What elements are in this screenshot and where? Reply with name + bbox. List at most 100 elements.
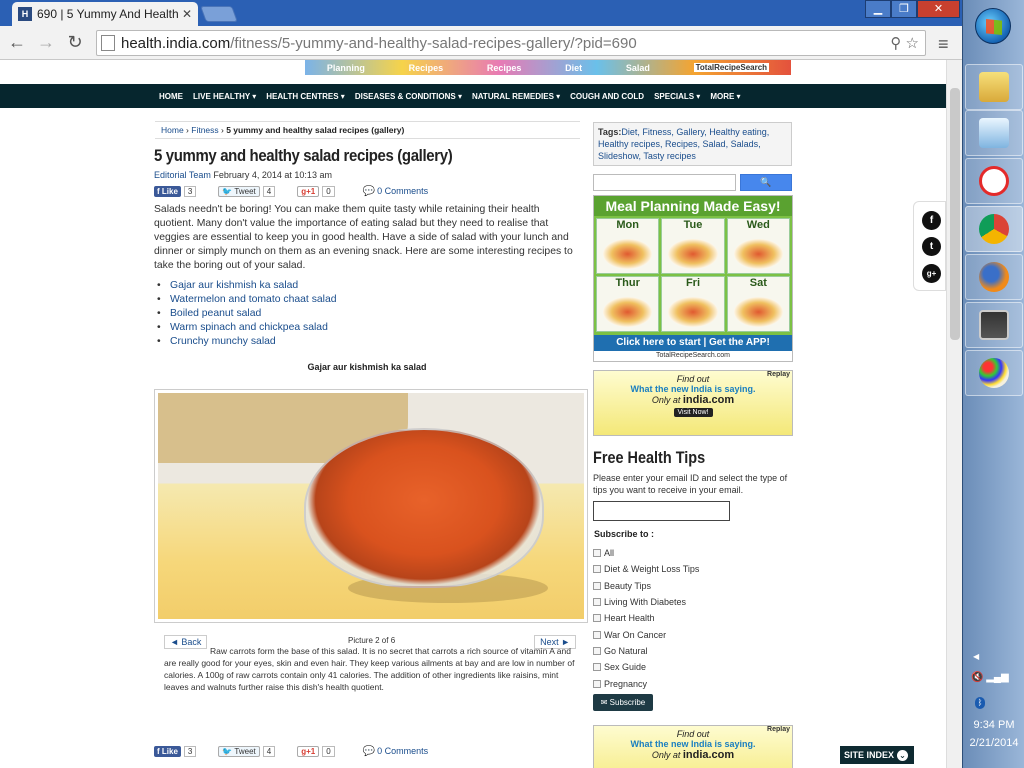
tags-list[interactable]: Diet, Fitness, Gallery, Healthy eating, … — [598, 127, 769, 161]
tip-option[interactable]: Go Natural — [593, 643, 793, 659]
nav-home[interactable]: HOME — [159, 92, 183, 101]
recipe-link[interactable]: Boiled peanut salad — [154, 307, 574, 321]
ad-replay[interactable]: Replay — [767, 726, 790, 733]
notepad-taskbar-button[interactable] — [965, 110, 1023, 156]
nav-live-healthy[interactable]: LIVE HEALTHY ▾ — [193, 92, 256, 101]
minimize-button[interactable]: ▁ — [865, 0, 891, 18]
remote-taskbar-button[interactable] — [965, 302, 1023, 348]
folder-icon — [979, 72, 1009, 102]
checkbox[interactable] — [593, 679, 601, 688]
firefox-taskbar-button[interactable] — [965, 254, 1023, 300]
meal-ad-headline: Meal Planning Made Easy! — [594, 196, 792, 216]
menu-icon[interactable]: ≡ — [938, 34, 949, 55]
nav-more[interactable]: MORE ▾ — [710, 92, 740, 101]
forward-arrow-icon[interactable]: → — [35, 33, 57, 51]
checkbox[interactable] — [593, 581, 601, 590]
top-banner-ad[interactable]: Planning Recipes Recipes Diet Salad Tota… — [305, 60, 791, 75]
meal-day-cell: Tue — [661, 218, 725, 274]
tweet-button[interactable]: 🐦 Tweet — [218, 185, 260, 197]
comments-link[interactable]: 💬 0 Comments — [363, 186, 428, 197]
start-button[interactable] — [975, 8, 1011, 44]
new-tab-button[interactable] — [200, 6, 238, 22]
subscribe-button[interactable]: ✉ Subscribe — [593, 694, 653, 711]
nav-specials[interactable]: SPECIALS ▾ — [654, 92, 700, 101]
nav-cough-and-cold[interactable]: COUGH AND COLD — [570, 92, 644, 101]
google-plus-button[interactable]: g+1 — [297, 745, 320, 757]
ad-line3: Only at india.com — [594, 749, 792, 761]
breadcrumb-home[interactable]: Home — [161, 125, 184, 135]
email-field[interactable] — [593, 501, 730, 521]
article-title: 5 yummy and healthy salad recipes (galle… — [154, 146, 453, 165]
sidebar-search-input[interactable] — [593, 174, 736, 191]
vertical-scrollbar[interactable] — [946, 60, 962, 768]
address-bar[interactable]: health.india.com/fitness/5-yummy-and-hea… — [96, 30, 926, 56]
checkbox[interactable] — [593, 630, 601, 639]
tip-option[interactable]: Diet & Weight Loss Tips — [593, 561, 793, 577]
gallery-caption-title: Gajar aur kishmish ka salad — [307, 362, 427, 372]
tweet-button[interactable]: 🐦 Tweet — [218, 745, 260, 757]
checkbox[interactable] — [593, 598, 601, 607]
tweet-label: Tweet — [234, 186, 256, 196]
site-index-button[interactable]: SITE INDEX ⌄ — [840, 746, 914, 764]
checkbox[interactable] — [593, 614, 601, 623]
airtel-taskbar-button[interactable] — [965, 158, 1023, 204]
tip-option[interactable]: Pregnancy — [593, 675, 793, 691]
tip-option[interactable]: Beauty Tips — [593, 578, 793, 594]
tip-option[interactable]: War On Cancer — [593, 626, 793, 642]
breadcrumb-fitness[interactable]: Fitness — [191, 125, 218, 135]
tip-option[interactable]: Living With Diabetes — [593, 594, 793, 610]
signal-icon[interactable]: ▂▄▆ — [986, 672, 1008, 683]
sidebar-search-button[interactable]: 🔍 — [740, 174, 792, 191]
nav-natural-remedies[interactable]: NATURAL REMEDIES ▾ — [472, 92, 560, 101]
comments-link[interactable]: 💬 0 Comments — [363, 746, 428, 757]
meal-ad-cta[interactable]: Click here to start | Get the APP! — [594, 335, 792, 351]
tray-expand-icon[interactable]: ◀ — [973, 652, 979, 661]
close-tab-icon[interactable]: ✕ — [182, 7, 192, 21]
tip-option[interactable]: Heart Health — [593, 610, 793, 626]
clock-date[interactable]: 2/21/2014 — [963, 737, 1024, 749]
reload-icon[interactable]: ↻ — [64, 33, 86, 51]
paint-taskbar-button[interactable] — [965, 350, 1023, 396]
scroll-thumb[interactable] — [950, 88, 960, 340]
meal-day: Mon — [616, 219, 639, 231]
clock-time[interactable]: 9:34 PM — [963, 719, 1024, 731]
share-bar-top: f Like 3 🐦 Tweet 4 g+1 0 💬 0 Comments — [154, 184, 428, 198]
recipe-link[interactable]: Crunchy munchy salad — [154, 335, 574, 349]
recipe-link[interactable]: Gajar aur kishmish ka salad — [154, 279, 574, 293]
checkbox[interactable] — [593, 565, 601, 574]
comment-bubble-icon: 💬 — [362, 745, 376, 757]
recipe-link[interactable]: Watermelon and tomato chaat salad — [154, 293, 574, 307]
google-plus-button[interactable]: g+1 — [297, 185, 320, 197]
tips-checklist: All Diet & Weight Loss Tips Beauty Tips … — [593, 545, 793, 692]
tip-label: Sex Guide — [604, 662, 647, 673]
twitter-icon[interactable]: t — [922, 237, 941, 256]
india-com-ad[interactable]: Replay Find out What the new India is sa… — [593, 370, 793, 436]
close-window-button[interactable]: ✕ — [917, 0, 960, 18]
ad-replay[interactable]: Replay — [767, 371, 790, 378]
bookmark-star-icon[interactable]: ☆ — [906, 35, 919, 52]
nav-health-centres[interactable]: HEALTH CENTRES ▾ — [266, 92, 345, 101]
checkbox[interactable] — [593, 549, 601, 558]
maximize-button[interactable]: ❐ — [891, 0, 917, 18]
author-link[interactable]: Editorial Team — [154, 170, 211, 180]
volume-muted-icon[interactable]: 🔇 — [971, 672, 983, 683]
google-plus-icon[interactable]: g+ — [922, 264, 941, 283]
explorer-taskbar-button[interactable] — [965, 64, 1023, 110]
checkbox[interactable] — [593, 646, 601, 655]
facebook-like-button[interactable]: f Like — [154, 745, 181, 757]
bluetooth-icon[interactable]: ᛒ — [975, 697, 985, 709]
tip-option[interactable]: All — [593, 545, 793, 561]
chrome-taskbar-button[interactable] — [965, 206, 1023, 252]
facebook-like-button[interactable]: f Like — [154, 185, 181, 197]
tip-option[interactable]: Sex Guide — [593, 659, 793, 675]
india-com-ad[interactable]: Replay Find out What the new India is sa… — [593, 725, 793, 768]
meal-planning-ad[interactable]: Meal Planning Made Easy! Mon Tue Wed Thu… — [593, 195, 793, 362]
back-arrow-icon[interactable]: ← — [6, 33, 28, 51]
facebook-icon[interactable]: f — [922, 211, 941, 230]
recipe-link[interactable]: Warm spinach and chickpea salad — [154, 321, 574, 335]
checkbox[interactable] — [593, 663, 601, 672]
nav-diseases[interactable]: DISEASES & CONDITIONS ▾ — [355, 92, 462, 101]
browser-tab[interactable]: H 690 | 5 Yummy And Healthy ✕ — [12, 2, 198, 26]
search-icon[interactable]: ⚲ — [890, 35, 901, 52]
ad-visit-button[interactable]: Visit Now! — [673, 408, 713, 417]
